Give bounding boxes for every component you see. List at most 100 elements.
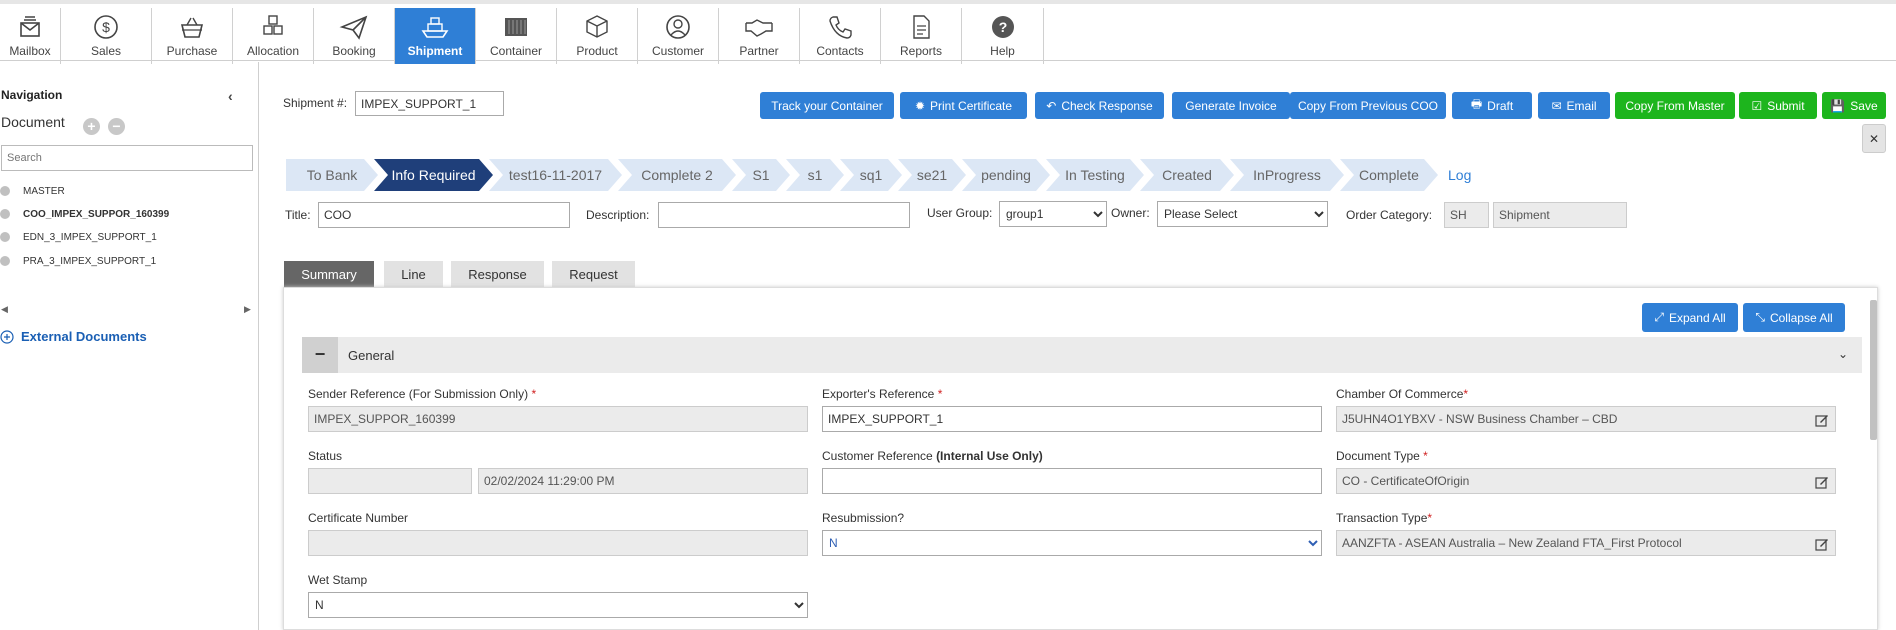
draft-button[interactable]: 🖶 Draft bbox=[1452, 92, 1532, 119]
edit-icon[interactable] bbox=[1815, 475, 1829, 489]
track-container-button[interactable]: Track your Container bbox=[760, 92, 894, 119]
section-collapse-button[interactable]: − bbox=[302, 337, 338, 373]
tree-item-pra[interactable]: PRA_3_IMPEX_SUPPORT_1 bbox=[0, 253, 156, 269]
workflow-step[interactable]: pending bbox=[962, 159, 1050, 191]
check-response-button[interactable]: ↶ Check Response bbox=[1035, 92, 1164, 119]
nav-label: Mailbox bbox=[9, 44, 51, 58]
check-response-label: Check Response bbox=[1061, 98, 1153, 113]
workflow-step[interactable]: s1 bbox=[786, 159, 844, 191]
resubmission-select[interactable]: N bbox=[822, 530, 1322, 556]
scrollbar[interactable] bbox=[1869, 294, 1877, 454]
title-input[interactable]: COO bbox=[318, 202, 570, 228]
status-field bbox=[308, 468, 472, 494]
email-button[interactable]: ✉ Email bbox=[1538, 92, 1610, 119]
log-link[interactable]: Log bbox=[1448, 159, 1471, 191]
external-documents-link[interactable]: External Documents bbox=[0, 329, 147, 344]
user-group-select[interactable]: group1 bbox=[999, 201, 1107, 227]
workflow-step[interactable]: Info Required bbox=[374, 159, 493, 191]
sidebar-title: Navigation bbox=[1, 88, 63, 102]
tab-summary[interactable]: Summary bbox=[284, 261, 374, 288]
transaction-type-field[interactable]: AANZFTA - ASEAN Australia – New Zealand … bbox=[1336, 530, 1836, 556]
tree-item-coo[interactable]: COO_IMPEX_SUPPOR_160399 bbox=[0, 206, 169, 222]
workflow-step[interactable]: In Testing bbox=[1046, 159, 1144, 191]
owner-select[interactable]: Please Select bbox=[1157, 201, 1328, 227]
scroll-left-icon[interactable]: ◀ bbox=[1, 304, 8, 315]
collapse-sidebar-icon[interactable]: ‹ bbox=[228, 88, 233, 104]
chamber-of-commerce-field[interactable]: J5UHN4O1YBXV - NSW Business Chamber – CB… bbox=[1336, 406, 1836, 432]
tree-item-edn[interactable]: EDN_3_IMPEX_SUPPORT_1 bbox=[0, 229, 157, 245]
resubmission-dropdown[interactable]: N bbox=[825, 531, 1321, 555]
edit-icon[interactable] bbox=[1815, 537, 1829, 551]
workflow-step[interactable]: Complete bbox=[1340, 159, 1438, 191]
user-group-dropdown[interactable]: group1 bbox=[1002, 202, 1106, 226]
document-type-field[interactable]: CO - CertificateOfOrigin bbox=[1336, 468, 1836, 494]
nav-mailbox[interactable]: Mailbox bbox=[0, 8, 61, 64]
nav-reports[interactable]: Reports bbox=[881, 8, 962, 64]
copy-from-master-button[interactable]: Copy From Master bbox=[1615, 92, 1735, 119]
workflow-step[interactable]: sq1 bbox=[840, 159, 902, 191]
print-certificate-button[interactable]: ✹ Print Certificate bbox=[900, 92, 1027, 119]
wet-stamp-dropdown[interactable]: N bbox=[311, 593, 807, 617]
tree-item-master[interactable]: MASTER bbox=[0, 183, 65, 199]
workflow-step[interactable]: To Bank bbox=[286, 159, 378, 191]
status-label: Status bbox=[308, 449, 343, 463]
add-circle-icon bbox=[0, 329, 14, 344]
required-mark: * bbox=[531, 387, 537, 401]
nav-customer[interactable]: Customer bbox=[638, 8, 719, 64]
nav-sales[interactable]: $ Sales bbox=[61, 8, 152, 64]
edit-icon[interactable] bbox=[1815, 413, 1829, 427]
remove-document-button[interactable]: − bbox=[108, 118, 125, 135]
save-button[interactable]: 💾 Save bbox=[1822, 92, 1886, 119]
document-type-label: Document Type * bbox=[1336, 449, 1428, 463]
description-input[interactable] bbox=[658, 202, 910, 228]
submit-button[interactable]: ☑ Submit bbox=[1739, 92, 1817, 119]
generate-invoice-label: Generate Invoice bbox=[1185, 98, 1277, 113]
owner-dropdown[interactable]: Please Select bbox=[1160, 202, 1327, 226]
node-dot-icon bbox=[0, 186, 10, 196]
nav-label: Allocation bbox=[246, 44, 300, 58]
scrollbar-thumb[interactable] bbox=[1870, 300, 1877, 440]
expand-all-button[interactable]: ⤢ Expand All bbox=[1642, 303, 1738, 332]
generate-invoice-button[interactable]: Generate Invoice bbox=[1172, 92, 1290, 119]
exit-button[interactable]: ✕ bbox=[1862, 124, 1886, 153]
email-label: Email bbox=[1566, 98, 1597, 113]
nav-label: Container bbox=[489, 44, 543, 58]
workflow-step[interactable]: Created bbox=[1140, 159, 1234, 191]
required-mark: * bbox=[937, 387, 943, 401]
nav-partner[interactable]: Partner bbox=[719, 8, 800, 64]
nav-container[interactable]: Container bbox=[476, 8, 557, 64]
document-label: Document bbox=[1, 114, 65, 130]
section-general-header[interactable]: − General ⌄ bbox=[302, 337, 1862, 373]
nav-booking[interactable]: Booking bbox=[314, 8, 395, 64]
copy-previous-coo-button[interactable]: Copy From Previous COO bbox=[1290, 92, 1446, 119]
scroll-right-icon[interactable]: ▶ bbox=[244, 304, 251, 315]
workflow-step[interactable]: InProgress bbox=[1230, 159, 1344, 191]
transaction-type-value: AANZFTA - ASEAN Australia – New Zealand … bbox=[1342, 536, 1682, 550]
workflow-step[interactable]: test16-11-2017 bbox=[489, 159, 622, 191]
product-box-icon bbox=[586, 15, 608, 38]
workflow-step[interactable]: se21 bbox=[898, 159, 966, 191]
workflow-step[interactable]: S1 bbox=[732, 159, 790, 191]
tab-request[interactable]: Request bbox=[552, 261, 635, 288]
nav-label: Help bbox=[990, 44, 1015, 58]
nav-contacts[interactable]: Contacts bbox=[800, 8, 881, 64]
nav-allocation[interactable]: Allocation bbox=[233, 8, 314, 64]
sidebar-search-input[interactable] bbox=[1, 145, 253, 171]
copy-previous-coo-label: Copy From Previous COO bbox=[1297, 98, 1439, 113]
workflow-step[interactable]: Complete 2 bbox=[618, 159, 736, 191]
summary-panel: ⤢ Expand All ⤡ Collapse All − General ⌄ Se… bbox=[283, 287, 1878, 630]
mailbox-icon bbox=[20, 16, 40, 37]
tab-response[interactable]: Response bbox=[451, 261, 544, 288]
chevron-down-icon[interactable]: ⌄ bbox=[1838, 347, 1848, 361]
tab-line[interactable]: Line bbox=[384, 261, 443, 288]
nav-product[interactable]: Product bbox=[557, 8, 638, 64]
exporter-reference-field[interactable]: IMPEX_SUPPORT_1 bbox=[822, 406, 1322, 432]
nav-purchase[interactable]: Purchase bbox=[152, 8, 233, 64]
wet-stamp-select[interactable]: N bbox=[308, 592, 808, 618]
customer-reference-field[interactable] bbox=[822, 468, 1322, 494]
nav-shipment[interactable]: Shipment bbox=[395, 8, 476, 64]
nav-help[interactable]: ? Help bbox=[962, 8, 1044, 64]
shipment-number-field[interactable]: IMPEX_SUPPORT_1 bbox=[355, 91, 504, 116]
collapse-all-button[interactable]: ⤡ Collapse All bbox=[1743, 303, 1845, 332]
add-document-button[interactable]: + bbox=[83, 118, 100, 135]
